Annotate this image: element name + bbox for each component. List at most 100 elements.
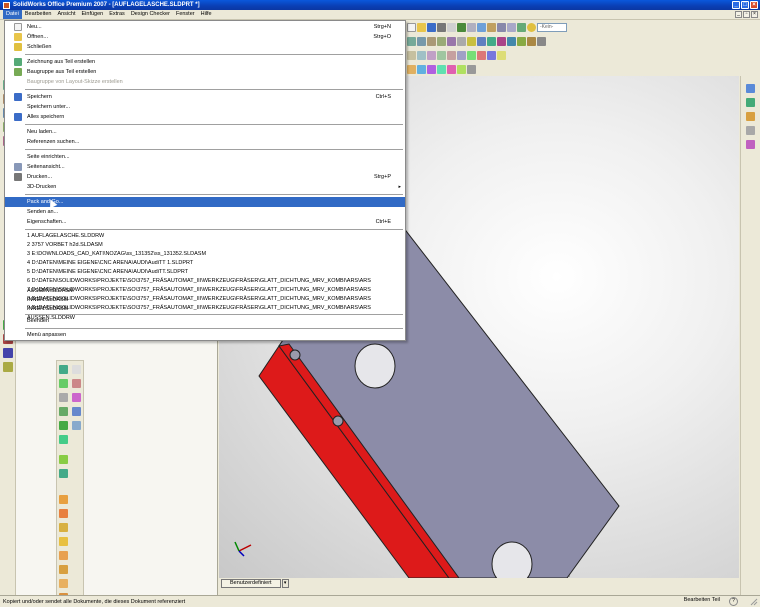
centerline-icon[interactable] [407, 50, 416, 60]
menu-item-neu-laden[interactable]: Neu laden... [5, 127, 405, 137]
menu-item-zeichnung-aus-teil[interactable]: Zeichnung aus Teil erstellen [5, 57, 405, 67]
menu-hilfe[interactable]: Hilfe [198, 10, 215, 19]
corner-icon[interactable] [59, 579, 68, 588]
fillet-sketch-icon[interactable] [417, 50, 426, 60]
tab-benutzerdefiniert[interactable]: Benutzerdefiniert [221, 578, 281, 588]
doc-restore-button[interactable]: ▫ [743, 11, 750, 18]
view-orientation-icon[interactable] [487, 22, 496, 32]
revolve-boss-icon[interactable] [72, 365, 81, 374]
menu-item-senden-an[interactable]: Senden an... [5, 207, 405, 217]
save-icon[interactable] [427, 22, 436, 32]
design-library-icon[interactable] [746, 98, 755, 107]
resize-grip-icon[interactable] [750, 598, 758, 606]
menu-item-speichern-unter[interactable]: Speichern unter... [5, 102, 405, 112]
jog-icon[interactable] [59, 565, 68, 574]
extrude-icon[interactable] [467, 50, 476, 60]
menu-item-neu[interactable]: Neu... Strg+N [5, 22, 405, 32]
menu-bearbeiten[interactable]: Bearbeiten [22, 10, 55, 19]
doc-minimize-button[interactable]: _ [735, 11, 742, 18]
menu-item-seitenansicht[interactable]: Seitenansicht... [5, 162, 405, 172]
rebuild-icon[interactable] [457, 22, 466, 32]
spline-icon[interactable] [527, 36, 536, 46]
undo-icon[interactable] [447, 22, 456, 32]
extrude-boss-icon[interactable] [59, 365, 68, 374]
sketch-icon[interactable] [467, 36, 476, 46]
hem-icon[interactable] [59, 551, 68, 560]
sheetmetal-icon[interactable] [59, 495, 68, 504]
pattern-icon[interactable] [447, 64, 456, 74]
rotate-icon[interactable] [437, 36, 446, 46]
arc-icon[interactable] [517, 36, 526, 46]
mirror-feature-icon[interactable] [59, 435, 68, 444]
extrude-cut-icon[interactable] [59, 393, 68, 402]
hidden-lines-icon[interactable] [507, 22, 516, 32]
hole-icon[interactable] [417, 64, 426, 74]
dimension-tool-icon[interactable] [3, 348, 13, 358]
menu-item-seite-einrichten[interactable]: Seite einrichten... [5, 152, 405, 162]
point-icon[interactable] [537, 36, 546, 46]
rectangle-icon[interactable] [497, 36, 506, 46]
menu-item-baugruppe-aus-teil[interactable]: Baugruppe aus Teil erstellen [5, 67, 405, 77]
open-folder-icon[interactable] [417, 22, 426, 32]
zoom-fit-icon[interactable] [407, 36, 416, 46]
menu-fenster[interactable]: Fenster [173, 10, 198, 19]
revolve-cut-icon[interactable] [72, 393, 81, 402]
reference-geometry-icon[interactable] [467, 64, 476, 74]
shell-icon[interactable] [437, 64, 446, 74]
linear-pattern-icon[interactable] [59, 421, 68, 430]
display-style-icon[interactable] [497, 22, 506, 32]
section-view-icon[interactable] [457, 36, 466, 46]
doc-close-button[interactable]: × [751, 11, 758, 18]
maximize-button[interactable]: □ [741, 1, 749, 9]
lightbulb-icon[interactable] [527, 22, 536, 32]
appearances-icon[interactable] [746, 140, 755, 149]
menu-ansicht[interactable]: Ansicht [54, 10, 78, 19]
shaded-icon[interactable] [517, 22, 526, 32]
menu-item-speichern[interactable]: Speichern Ctrl+S [5, 92, 405, 102]
curves-icon[interactable] [59, 455, 68, 464]
loft-boss-icon[interactable] [72, 379, 81, 388]
zoom-area-icon[interactable] [417, 36, 426, 46]
new-document-icon[interactable] [407, 22, 416, 32]
help-icon[interactable]: ? [729, 597, 738, 606]
resources-icon[interactable] [746, 84, 755, 93]
menu-item-pack-and-go[interactable]: Pack and Go... [5, 197, 405, 207]
sweep-boss-icon[interactable] [59, 379, 68, 388]
flange-icon[interactable] [59, 509, 68, 518]
minimize-button[interactable]: _ [732, 1, 740, 9]
menu-extras[interactable]: Extras [106, 10, 128, 19]
line-icon[interactable] [487, 36, 496, 46]
chamfer-feature-icon[interactable] [72, 407, 81, 416]
sweep-icon[interactable] [497, 50, 506, 60]
menu-datei[interactable]: Datei [3, 10, 22, 19]
solidworks-app-icon[interactable] [3, 1, 10, 9]
bend-icon[interactable] [59, 523, 68, 532]
search-icon[interactable] [746, 126, 755, 135]
tab-menu-arrow[interactable]: ▾ [281, 578, 289, 588]
chamfer-icon[interactable] [427, 64, 436, 74]
file-explorer-icon[interactable] [746, 112, 755, 121]
recent-file-9[interactable]: 9 D:\DATEN\SOLIDWORKS\PROJEKTE\SO\3757_F… [5, 303, 405, 321]
fillet-icon[interactable] [59, 407, 68, 416]
rib-icon[interactable] [457, 64, 466, 74]
circle-icon[interactable] [507, 36, 516, 46]
menu-item-referenzen-suchen[interactable]: Referenzen suchen... [5, 137, 405, 147]
smart-dimension-icon[interactable] [477, 36, 486, 46]
menu-item-oeffnen[interactable]: Öffnen... Strg+O [5, 32, 405, 42]
menu-einfuegen[interactable]: Einfügen [79, 10, 107, 19]
menu-item-beenden[interactable]: Beenden [5, 316, 405, 326]
menu-design-checker[interactable]: Design Checker [128, 10, 173, 19]
select-icon[interactable] [467, 22, 476, 32]
pan-icon[interactable] [447, 36, 456, 46]
loft-icon[interactable] [407, 64, 416, 74]
helix-icon[interactable] [59, 469, 68, 478]
menu-item-eigenschaften[interactable]: Eigenschaften... Ctrl+E [5, 217, 405, 227]
flatten-icon[interactable] [59, 537, 68, 546]
configuration-combo[interactable]: -Kein- [537, 22, 567, 32]
mirror-icon[interactable] [447, 50, 456, 60]
relations-icon[interactable] [457, 50, 466, 60]
cut-icon[interactable] [477, 50, 486, 60]
close-button[interactable]: × [750, 1, 758, 9]
relation-tool-icon[interactable] [3, 362, 13, 372]
circular-pattern-icon[interactable] [72, 421, 81, 430]
